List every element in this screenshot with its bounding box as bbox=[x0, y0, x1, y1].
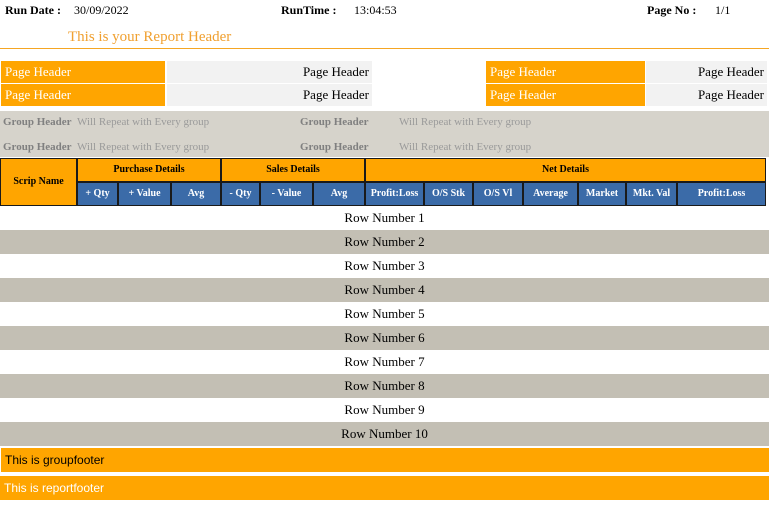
column-header-plus-qty: + Qty bbox=[77, 182, 118, 206]
group-header-text-3: Will Repeat with Every group bbox=[77, 141, 210, 153]
table-row: Row Number 4 bbox=[0, 278, 769, 302]
run-date-value: 30/09/2022 bbox=[74, 3, 129, 17]
group-footer: This is groupfooter bbox=[1, 448, 769, 472]
column-header-os-vl: O/S Vl bbox=[473, 182, 523, 206]
column-header-profit-loss: Profit:Loss bbox=[365, 182, 424, 206]
column-header-profit-loss-net: Profit:Loss bbox=[677, 182, 766, 206]
run-date-label: Run Date : bbox=[5, 3, 61, 17]
group-header-text-2: Will Repeat with Every group bbox=[399, 116, 532, 128]
report-header: This is your Report Header bbox=[68, 29, 232, 45]
group-header-purchase-details: Purchase Details bbox=[77, 158, 221, 182]
column-header-average: Average bbox=[523, 182, 578, 206]
table-row: Row Number 5 bbox=[344, 306, 425, 321]
group-header-sales-details: Sales Details bbox=[221, 158, 365, 182]
table-row: Row Number 3 bbox=[344, 258, 425, 273]
report-header-rule bbox=[0, 48, 769, 49]
page-header-orange-1: Page Header bbox=[1, 61, 165, 83]
group-header-title-3: Group Header bbox=[3, 141, 72, 153]
table-row: Row Number 9 bbox=[344, 402, 425, 417]
table-row: Row Number 2 bbox=[0, 230, 769, 254]
page-header-grey-2: Page Header bbox=[646, 61, 767, 83]
column-header-scrip-name: Scrip Name bbox=[0, 158, 77, 206]
group-header-title-1: Group Header bbox=[3, 116, 72, 128]
page-header-grey-3: Page Header bbox=[167, 84, 372, 106]
column-header-mkt-val: Mkt. Val bbox=[626, 182, 677, 206]
page-header-grey-4: Page Header bbox=[646, 84, 767, 106]
page-header-grey-1: Page Header bbox=[167, 61, 372, 83]
group-header-title-2: Group Header bbox=[300, 116, 369, 128]
column-header-os-stk: O/S Stk bbox=[424, 182, 473, 206]
page-no-value: 1/1 bbox=[715, 3, 731, 17]
group-header-text-4: Will Repeat with Every group bbox=[399, 141, 532, 153]
table-row: Row Number 8 bbox=[0, 374, 769, 398]
group-header-title-4: Group Header bbox=[300, 141, 369, 153]
table-row: Row Number 7 bbox=[344, 354, 425, 369]
column-header-minus-qty: - Qty bbox=[221, 182, 260, 206]
table-row: Row Number 1 bbox=[344, 210, 425, 225]
column-header-minus-value: - Value bbox=[260, 182, 313, 206]
run-time-value: 13:04:53 bbox=[354, 3, 397, 17]
column-header-plus-value: + Value bbox=[118, 182, 171, 206]
column-header-purchase-avg: Avg bbox=[171, 182, 221, 206]
report-footer: This is reportfooter bbox=[0, 476, 769, 500]
page-no-label: Page No : bbox=[647, 3, 697, 17]
table-row: Row Number 10 bbox=[0, 422, 769, 446]
table-row: Row Number 6 bbox=[0, 326, 769, 350]
column-header-market: Market bbox=[578, 182, 626, 206]
group-header-net-details: Net Details bbox=[365, 158, 766, 182]
column-header-sales-avg: Avg bbox=[313, 182, 365, 206]
page-header-orange-3: Page Header bbox=[1, 84, 165, 106]
page-header-orange-2: Page Header bbox=[486, 61, 645, 83]
group-header-text-1: Will Repeat with Every group bbox=[77, 116, 210, 128]
page-header-orange-4: Page Header bbox=[486, 84, 645, 106]
run-time-label: RunTime : bbox=[281, 3, 337, 17]
